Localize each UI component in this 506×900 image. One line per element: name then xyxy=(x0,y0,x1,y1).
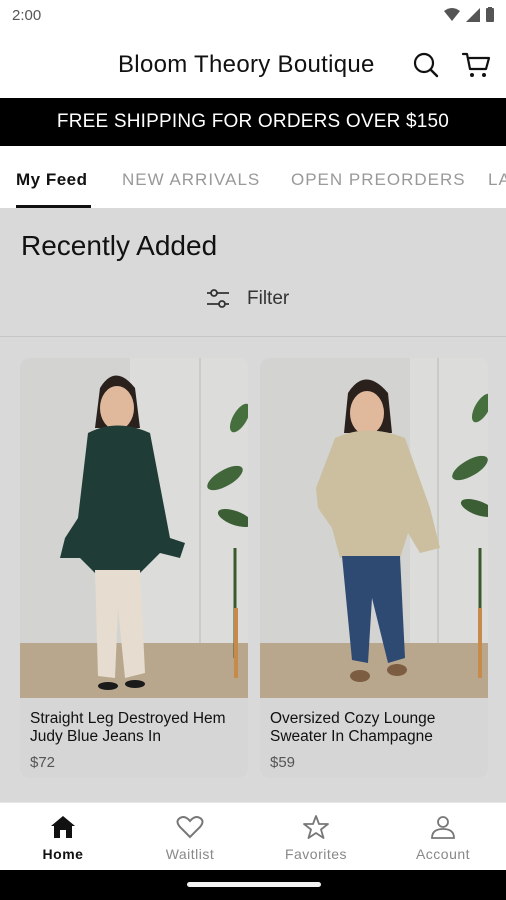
status-icons xyxy=(444,7,494,22)
store-title: Bloom Theory Boutique xyxy=(118,51,375,78)
cart-button[interactable] xyxy=(461,50,491,80)
product-info: Straight Leg Destroyed Hem Judy Blue Jea… xyxy=(20,698,248,778)
nav-waitlist[interactable]: Waitlist xyxy=(127,803,253,871)
star-icon xyxy=(303,815,329,839)
status-bar: 2:00 xyxy=(0,0,506,32)
nav-home[interactable]: Home xyxy=(0,803,126,871)
product-card[interactable]: Straight Leg Destroyed Hem Judy Blue Jea… xyxy=(20,358,248,778)
feed-content: Recently Added Filter Straight Leg Destr… xyxy=(0,208,506,802)
nav-label: Favorites xyxy=(284,846,348,862)
battery-icon xyxy=(486,7,494,22)
product-image[interactable] xyxy=(260,358,488,698)
divider xyxy=(0,336,506,337)
nav-label: Account xyxy=(415,846,471,862)
nav-label: Home xyxy=(42,846,84,862)
product-price: $72 xyxy=(30,754,56,771)
product-name[interactable]: Straight Leg Destroyed Hem Judy Blue Jea… xyxy=(30,710,242,746)
filter-sliders-icon xyxy=(207,289,229,308)
filter-label: Filter xyxy=(247,288,290,309)
home-icon xyxy=(51,816,75,838)
tab-open-preorders[interactable]: OPEN PREORDERS xyxy=(291,170,466,190)
product-info: Oversized Cozy Lounge Sweater In Champag… xyxy=(260,698,488,778)
category-tabs: My Feed NEW ARRIVALS OPEN PREORDERS LA xyxy=(0,146,506,208)
nav-favorites[interactable]: Favorites xyxy=(253,803,379,871)
cellular-icon xyxy=(466,7,480,22)
tab-partial[interactable]: LA xyxy=(488,170,506,190)
heart-icon xyxy=(176,816,204,839)
filter-button[interactable]: Filter xyxy=(205,288,289,310)
search-button[interactable] xyxy=(411,50,441,80)
product-name[interactable]: Oversized Cozy Lounge Sweater In Champag… xyxy=(270,710,482,746)
product-image[interactable] xyxy=(20,358,248,698)
product-price: $59 xyxy=(270,754,296,771)
tab-my-feed[interactable]: My Feed xyxy=(16,170,88,190)
cart-icon xyxy=(461,52,491,77)
search-icon xyxy=(413,52,439,78)
bottom-nav: Home Waitlist Favorites Account xyxy=(0,802,506,871)
nav-account[interactable]: Account xyxy=(380,803,506,871)
nav-label: Waitlist xyxy=(165,846,215,862)
status-time: 2:00 xyxy=(12,7,42,24)
promo-banner[interactable]: FREE SHIPPING FOR ORDERS OVER $150 xyxy=(0,98,506,146)
section-title: Recently Added xyxy=(21,230,218,261)
person-icon xyxy=(431,816,455,839)
app-header: Bloom Theory Boutique xyxy=(0,32,506,98)
wifi-icon xyxy=(444,7,460,21)
tab-new-arrivals[interactable]: NEW ARRIVALS xyxy=(122,170,260,190)
system-gesture-bar xyxy=(0,870,506,900)
gesture-handle[interactable] xyxy=(187,882,321,887)
product-card[interactable]: Oversized Cozy Lounge Sweater In Champag… xyxy=(260,358,488,778)
